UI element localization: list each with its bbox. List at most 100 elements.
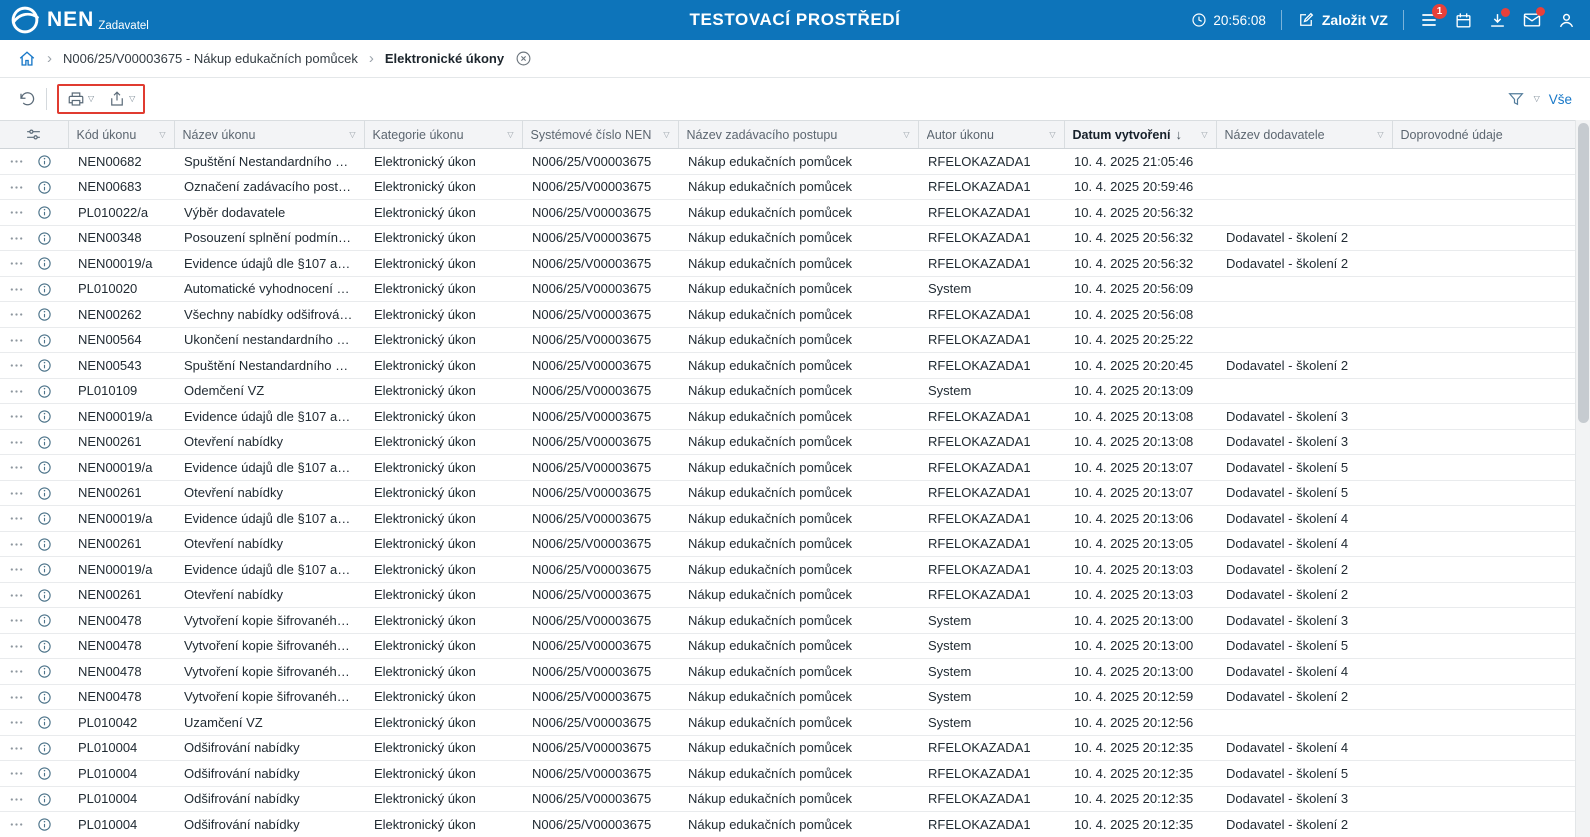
home-icon[interactable] <box>18 50 36 68</box>
table-row[interactable]: PL010109 Odemčení VZ Elektronický úkon N… <box>0 378 1575 404</box>
table-row[interactable]: NEN00348 Posouzení splnění podmíne… Elek… <box>0 225 1575 251</box>
row-info-icon[interactable] <box>37 409 52 424</box>
row-more-actions-icon[interactable] <box>9 307 24 322</box>
table-row[interactable]: NEN00262 Všechny nabídky odšifrován… Ele… <box>0 301 1575 328</box>
row-info-icon[interactable] <box>37 180 52 195</box>
row-info-icon[interactable] <box>37 537 52 552</box>
table-row[interactable]: NEN00261 Otevření nabídky Elektronický ú… <box>0 531 1575 557</box>
column-header[interactable]: Autor úkonu ▽ <box>918 120 1065 149</box>
column-filter-icon[interactable]: ▽ <box>903 130 909 139</box>
table-row[interactable]: NEN00261 Otevření nabídky Elektronický ú… <box>0 480 1575 506</box>
row-info-icon[interactable] <box>37 741 52 756</box>
table-settings-header[interactable] <box>0 120 69 149</box>
column-filter-icon[interactable]: ▽ <box>159 130 165 139</box>
table-row[interactable]: NEN00478 Vytvoření kopie šifrovaného … E… <box>0 658 1575 685</box>
column-filter-icon[interactable]: ▽ <box>1049 130 1055 139</box>
row-more-actions-icon[interactable] <box>9 562 24 577</box>
row-more-actions-icon[interactable] <box>9 588 24 603</box>
column-filter-icon[interactable]: ▽ <box>507 130 513 139</box>
table-row[interactable]: PL010022/a Výběr dodavatele Elektronický… <box>0 199 1575 226</box>
column-header[interactable]: Kategorie úkonu ▽ <box>364 120 523 149</box>
column-filter-icon[interactable]: ▽ <box>349 130 355 139</box>
row-more-actions-icon[interactable] <box>9 409 24 424</box>
table-row[interactable]: PL010020 Automatické vyhodnocení n… Elek… <box>0 276 1575 302</box>
table-row[interactable]: PL010042 Uzamčení VZ Elektronický úkon N… <box>0 709 1575 736</box>
row-more-actions-icon[interactable] <box>9 231 24 246</box>
row-info-icon[interactable] <box>37 154 52 169</box>
row-more-actions-icon[interactable] <box>9 715 24 730</box>
row-info-icon[interactable] <box>37 766 52 781</box>
row-more-actions-icon[interactable] <box>9 664 24 679</box>
table-row[interactable]: NEN00019/a Evidence údajů dle §107 až … … <box>0 505 1575 532</box>
row-info-icon[interactable] <box>37 664 52 679</box>
column-header[interactable]: Název úkonu ▽ <box>174 120 365 149</box>
row-info-icon[interactable] <box>37 384 52 399</box>
row-more-actions-icon[interactable] <box>9 741 24 756</box>
table-row[interactable]: NEN00682 Spuštění Nestandardního st… Ele… <box>0 148 1575 175</box>
row-more-actions-icon[interactable] <box>9 384 24 399</box>
row-more-actions-icon[interactable] <box>9 358 24 373</box>
export-dropdown-icon[interactable]: ▽ <box>129 95 135 103</box>
column-filter-icon[interactable]: ▽ <box>663 130 669 139</box>
row-info-icon[interactable] <box>37 817 52 832</box>
row-info-icon[interactable] <box>37 613 52 628</box>
messages-button[interactable] <box>1522 7 1545 30</box>
export-button[interactable]: ▽ <box>108 90 135 108</box>
row-more-actions-icon[interactable] <box>9 180 24 195</box>
calendar-button[interactable] <box>1454 11 1473 30</box>
table-row[interactable]: NEN00564 Ukončení nestandardního st… Ele… <box>0 327 1575 353</box>
row-more-actions-icon[interactable] <box>9 205 24 220</box>
downloads-button[interactable] <box>1488 7 1510 30</box>
row-more-actions-icon[interactable] <box>9 690 24 705</box>
row-more-actions-icon[interactable] <box>9 154 24 169</box>
row-more-actions-icon[interactable] <box>9 435 24 450</box>
close-tab-icon[interactable] <box>515 50 532 67</box>
row-info-icon[interactable] <box>37 333 52 348</box>
table-row[interactable]: NEN00478 Vytvoření kopie šifrovaného … E… <box>0 684 1575 710</box>
profile-button[interactable] <box>1557 11 1576 30</box>
column-filter-icon[interactable]: ▽ <box>1201 130 1207 139</box>
filter-scope-dropdown-icon[interactable]: ▽ <box>1534 95 1540 103</box>
table-row[interactable]: NEN00478 Vytvoření kopie šifrovaného … E… <box>0 633 1575 659</box>
table-row[interactable]: NEN00543 Spuštění Nestandardního st… Ele… <box>0 352 1575 379</box>
table-row[interactable]: PL010004 Odšifrování nabídky Elektronick… <box>0 760 1575 787</box>
create-vz-button[interactable]: Založit VZ <box>1297 11 1388 29</box>
table-row[interactable]: NEN00478 Vytvoření kopie šifrovaného … E… <box>0 607 1575 634</box>
column-header[interactable]: Doprovodné údaje <box>1392 120 1575 149</box>
row-info-icon[interactable] <box>37 690 52 705</box>
row-info-icon[interactable] <box>37 282 52 297</box>
row-more-actions-icon[interactable] <box>9 537 24 552</box>
column-header[interactable]: Datum vytvoření ↓ ▽ <box>1064 120 1217 149</box>
row-info-icon[interactable] <box>37 231 52 246</box>
table-row[interactable]: NEN00019/a Evidence údajů dle §107 až … … <box>0 250 1575 277</box>
row-info-icon[interactable] <box>37 562 52 577</box>
row-more-actions-icon[interactable] <box>9 333 24 348</box>
row-info-icon[interactable] <box>37 256 52 271</box>
column-header[interactable]: Název dodavatele ▽ <box>1216 120 1393 149</box>
column-header[interactable]: Systémové číslo NEN ▽ <box>522 120 679 149</box>
row-info-icon[interactable] <box>37 435 52 450</box>
column-header[interactable]: Název zadávacího postupu ▽ <box>678 120 919 149</box>
row-more-actions-icon[interactable] <box>9 639 24 654</box>
row-more-actions-icon[interactable] <box>9 613 24 628</box>
table-row[interactable]: PL010004 Odšifrování nabídky Elektronick… <box>0 811 1575 837</box>
row-more-actions-icon[interactable] <box>9 256 24 271</box>
row-info-icon[interactable] <box>37 715 52 730</box>
print-dropdown-icon[interactable]: ▽ <box>88 95 94 103</box>
filter-button[interactable] <box>1507 90 1525 108</box>
row-info-icon[interactable] <box>37 307 52 322</box>
vertical-scrollbar[interactable] <box>1575 120 1590 837</box>
row-more-actions-icon[interactable] <box>9 282 24 297</box>
row-info-icon[interactable] <box>37 792 52 807</box>
table-row[interactable]: PL010004 Odšifrování nabídky Elektronick… <box>0 735 1575 761</box>
row-more-actions-icon[interactable] <box>9 460 24 475</box>
row-more-actions-icon[interactable] <box>9 817 24 832</box>
row-info-icon[interactable] <box>37 511 52 526</box>
table-row[interactable]: PL010004 Odšifrování nabídky Elektronick… <box>0 786 1575 812</box>
row-info-icon[interactable] <box>37 486 52 501</box>
refresh-button[interactable] <box>18 90 36 108</box>
print-button[interactable]: ▽ <box>67 90 94 108</box>
table-row[interactable]: NEN00261 Otevření nabídky Elektronický ú… <box>0 429 1575 455</box>
menu-button[interactable]: 1 <box>1419 4 1447 30</box>
sort-desc-icon[interactable]: ↓ <box>1175 127 1182 142</box>
